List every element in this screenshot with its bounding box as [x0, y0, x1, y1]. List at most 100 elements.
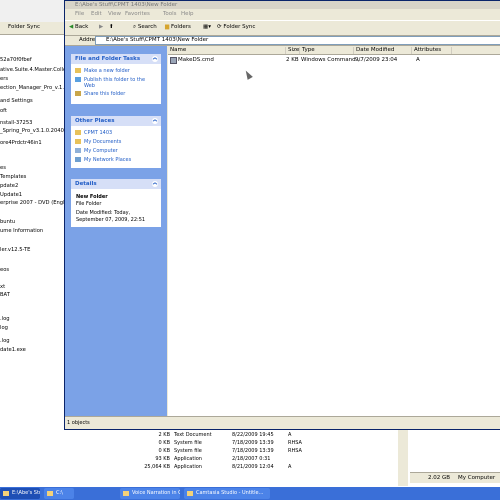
tree-item[interactable]: Update1 [0, 192, 22, 198]
file-folder-tasks-header[interactable]: File and Folder Tasks ︽ [71, 54, 161, 64]
place-my-network-places[interactable]: My Network Places [75, 157, 131, 163]
tree-item[interactable]: ler.v12.5-TE [0, 247, 30, 253]
details-header[interactable]: Details ︽ [71, 179, 161, 189]
column-date-modified[interactable]: Date Modified [354, 47, 412, 54]
tree-item[interactable]: xt [0, 284, 5, 290]
network-icon [75, 157, 81, 162]
tree-item[interactable]: eos [0, 267, 9, 273]
taskbar-button-label: C:\ [56, 490, 63, 496]
window-title: E:\Abe's Stuff\CPMT 1403\New Folder [75, 2, 178, 8]
column-size[interactable]: Size [286, 47, 300, 54]
collapse-chevron-icon[interactable]: ︽ [152, 181, 158, 187]
column-type[interactable]: Type [300, 47, 354, 54]
place-my-documents[interactable]: My Documents [75, 139, 121, 145]
back-status-location: My Computer [458, 475, 496, 481]
table-row[interactable]: 25,064 KB Application 8/21/2009 12:04 A [60, 464, 370, 471]
other-places-header[interactable]: Other Places ︽ [71, 116, 161, 126]
taskbar-button[interactable]: E:\Abe's Stuff\CPMT 140... [0, 488, 40, 499]
window-titlebar[interactable]: E:\Abe's Stuff\CPMT 1403\New Folder [65, 1, 500, 9]
tree-item[interactable]: .log [0, 338, 10, 344]
cell-date: 2/18/2007 0:31 [232, 456, 271, 462]
file-size: 2 KB [286, 57, 299, 63]
tree-item[interactable]: and Settings [0, 98, 33, 104]
window-icon [187, 491, 193, 496]
tree-item[interactable]: ume Information [0, 228, 43, 234]
tree-item[interactable]: 52a70f0fbef [0, 57, 32, 63]
back-status-size: 2.02 GB [428, 475, 451, 481]
up-folder-icon[interactable]: ⬆ [109, 23, 114, 32]
folders-icon: ▆ [165, 24, 170, 30]
search-button[interactable]: ⌕ Search [133, 23, 157, 32]
computer-icon [75, 148, 81, 153]
tree-item[interactable]: nstall-37253 [0, 120, 32, 126]
tree-item[interactable]: buntu [0, 219, 15, 225]
tree-item[interactable]: ore4Prdctr46in1 [0, 140, 42, 146]
cell-size: 93 KB [155, 456, 170, 462]
tree-item[interactable]: _Spring_Pro_v3.1.0.2040. [0, 128, 64, 134]
views-button[interactable]: ▦▾ [203, 23, 211, 32]
menu-help[interactable]: Help [181, 11, 194, 17]
status-bar: 1 objects [65, 416, 500, 429]
folders-button[interactable]: ▆ Folders [165, 23, 191, 32]
tree-item[interactable]: .log [0, 316, 10, 322]
cell-attr: A [288, 464, 292, 470]
file-date: 9/7/2009 23:04 [355, 57, 398, 63]
menu-file[interactable]: File [75, 11, 84, 17]
cell-date: 7/18/2009 13:39 [232, 440, 274, 446]
task-make-new-folder[interactable]: Make a new folder [75, 68, 130, 74]
tree-item[interactable]: pdate2 [0, 183, 18, 189]
table-row[interactable]: 2 KB Text Document 8/22/2009 19:45 A [60, 432, 370, 439]
search-icon: ⌕ [133, 24, 137, 30]
address-bar: Address E:\Abe's Stuff\CPMT 1403\New Fol… [65, 35, 500, 46]
back-folder-sync-button[interactable]: Folder Sync [8, 24, 40, 30]
column-attributes[interactable]: Attributes [412, 47, 452, 54]
new-folder-icon [75, 68, 81, 73]
tree-item[interactable]: ection_Manager_Pro_v.1.10 [0, 85, 64, 91]
tree-item[interactable]: BAT [0, 292, 10, 298]
column-name[interactable]: Name [168, 47, 286, 54]
table-row[interactable]: 0 KB System file 7/18/2009 13:39 RHSA [60, 448, 370, 455]
details-modified: Date Modified: Today, [76, 210, 131, 216]
tree-item[interactable]: es [0, 165, 6, 171]
cell-type: Application [174, 456, 202, 462]
address-input[interactable]: E:\Abe's Stuff\CPMT 1403\New Folder [95, 36, 500, 45]
taskbar-button[interactable]: Voice Narration in Camta... [120, 488, 180, 499]
status-object-count: 1 objects [67, 420, 90, 426]
back-button[interactable]: ◀ Back [69, 23, 88, 32]
menu-edit[interactable]: Edit [91, 11, 102, 17]
cell-type: Application [174, 464, 202, 470]
place-my-computer[interactable]: My Computer [75, 148, 118, 154]
task-share-folder[interactable]: Share this folder [75, 91, 125, 97]
folder-sync-button[interactable]: ⟳ Folder Sync [217, 23, 255, 32]
place-cpmt-1403[interactable]: CPMT 1403 [75, 130, 112, 136]
folder-icon [75, 130, 81, 135]
table-row[interactable]: 93 KB Application 2/18/2007 0:31 [60, 456, 370, 463]
taskbar-button-label: E:\Abe's Stuff\CPMT 140... [12, 490, 40, 496]
tree-item[interactable]: ers [0, 76, 8, 82]
tree-item[interactable]: erprise 2007 - DVD (English) [0, 200, 64, 206]
taskbar-button[interactable]: Camtasia Studio - Untitle... [184, 488, 270, 499]
back-folder-tree: 52a70f0fbef ative.Suite.4.Master.Collect e… [0, 35, 64, 405]
tree-item[interactable]: date1.exe [0, 347, 26, 353]
taskbar-button[interactable]: C:\ [44, 488, 74, 499]
cell-attr: RHSA [288, 440, 302, 446]
file-row[interactable]: MakeDS.cmd 2 KB Windows Command ... 9/7/200… [168, 56, 500, 64]
menu-tools[interactable]: Tools [163, 11, 177, 17]
back-status-bar: 2.02 GB My Computer [410, 472, 500, 483]
tree-item[interactable]: log [0, 325, 8, 331]
back-scrollbar[interactable] [398, 424, 408, 486]
collapse-chevron-icon[interactable]: ︽ [152, 56, 158, 62]
tree-item[interactable]: oft [0, 108, 7, 114]
cell-size: 2 KB [158, 432, 170, 438]
tree-item[interactable]: Templates [0, 174, 26, 180]
list-header: Name Size Type Date Modified Attributes [168, 46, 500, 55]
documents-folder-icon [75, 139, 81, 144]
cell-size: 25,064 KB [144, 464, 170, 470]
task-publish-to-web-line2[interactable]: Web [84, 83, 95, 89]
collapse-chevron-icon[interactable]: ︽ [152, 118, 158, 124]
menu-favorites[interactable]: Favorites [125, 11, 150, 17]
menu-view[interactable]: View [108, 11, 121, 17]
tree-item[interactable]: ative.Suite.4.Master.Collect [0, 67, 64, 73]
table-row[interactable]: 0 KB System file 7/18/2009 13:39 RHSA [60, 440, 370, 447]
forward-button[interactable]: ▶ [99, 23, 103, 32]
